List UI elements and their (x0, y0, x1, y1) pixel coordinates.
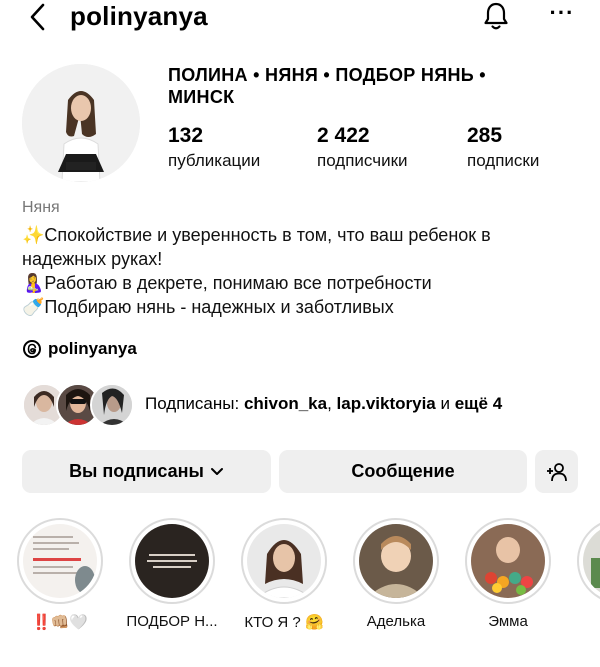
highlight-cover (135, 524, 209, 598)
posts-count: 132 (168, 124, 204, 147)
story-highlights: ‼️👊🏼🤍 ПОДБОР Н... КТО Я ? 🤗 Аделька Эмма (0, 518, 600, 658)
highlight-cover (23, 524, 97, 598)
story-highlight[interactable]: ПОДБОР Н... (120, 518, 224, 630)
following-button-label: Вы подписаны (69, 461, 204, 481)
more-options-button[interactable]: ··· (548, 0, 576, 32)
following-label: подписки (467, 151, 540, 170)
followers-label: подписчики (317, 151, 408, 170)
threads-icon (23, 340, 41, 358)
profile-full-name: ПОЛИНА • НЯНЯ • ПОДБОР НЯНЬ • МИНСК (168, 64, 588, 108)
highlight-cover (471, 524, 545, 598)
top-bar: polinyanya ··· (0, 0, 600, 34)
mutual-user-link[interactable]: chivon_ka (244, 394, 327, 413)
story-highlight[interactable]: КТО Я ? 🤗 (232, 518, 336, 631)
mutual-and: и (435, 394, 455, 413)
highlight-label: ПОДБОР Н... (126, 613, 218, 630)
highlight-cover (359, 524, 433, 598)
mutual-user-link[interactable]: lap.viktoryia (337, 394, 436, 413)
mutual-more-link[interactable]: ещё 4 (455, 394, 502, 413)
bio-line: 🍼Подбираю нянь - надежных и заботливых (22, 297, 394, 317)
profile-category: Няня (22, 199, 60, 216)
highlight-ring (465, 518, 551, 604)
story-highlight[interactable]: Эмма (456, 518, 560, 630)
bio-line: надежных руках! (22, 249, 163, 269)
highlight-label: КТО Я ? 🤗 (244, 614, 324, 631)
highlight-ring (17, 518, 103, 604)
message-button-label: Сообщение (351, 461, 455, 481)
mutual-followers-text: Подписаны: chivon_ka, lap.viktoryia и ещ… (145, 394, 502, 414)
story-highlight[interactable]: А (568, 518, 600, 630)
bell-icon[interactable] (481, 0, 511, 32)
highlight-ring (241, 518, 327, 604)
mutual-prefix: Подписаны: (145, 394, 244, 413)
highlight-ring (129, 518, 215, 604)
bio-line: ✨Спокойствие и уверенность в том, что ва… (22, 225, 491, 245)
profile-bio: ✨Спокойствие и уверенность в том, что ва… (22, 223, 582, 319)
message-button[interactable]: Сообщение (279, 450, 527, 493)
avatar-photo (22, 64, 140, 182)
highlight-cover (583, 524, 600, 598)
story-highlight[interactable]: ‼️👊🏼🤍 (8, 518, 112, 631)
following-count: 285 (467, 124, 503, 147)
highlight-ring (353, 518, 439, 604)
highlight-label: Аделька (366, 613, 426, 630)
profile-name-line2: МИНСК (168, 87, 235, 107)
highlight-ring (577, 518, 600, 604)
suggest-people-button[interactable] (535, 450, 578, 493)
bio-line: 🤱Работаю в декрете, понимаю все потребно… (22, 273, 432, 293)
mutual-followers[interactable]: Подписаны: chivon_ka, lap.viktoryia и ещ… (22, 382, 582, 428)
posts-label: публикации (168, 151, 261, 170)
header-username: polinyanya (70, 1, 208, 31)
threads-link[interactable]: polinyanya (22, 338, 137, 360)
highlight-label: ‼️👊🏼🤍 (31, 614, 89, 631)
add-person-icon (546, 462, 567, 481)
threads-handle: polinyanya (48, 339, 137, 358)
story-highlight[interactable]: Аделька (344, 518, 448, 630)
profile-avatar[interactable] (22, 64, 140, 182)
profile-name-line1: ПОЛИНА • НЯНЯ • ПОДБОР НЯНЬ • (168, 65, 486, 85)
followers-count: 2 422 (317, 124, 370, 147)
mutual-avatar (90, 383, 134, 427)
highlight-label: А (568, 613, 600, 630)
highlight-cover (247, 524, 321, 598)
posts-count-stat[interactable]: 132 публикации (168, 124, 260, 174)
following-count-stat[interactable]: 285 подписки (467, 124, 539, 174)
following-button[interactable]: Вы подписаны (22, 450, 271, 493)
chevron-left-icon[interactable] (26, 2, 50, 32)
mutual-separator: , (327, 394, 337, 413)
highlight-label: Эмма (488, 613, 528, 630)
followers-count-stat[interactable]: 2 422 подписчики (317, 124, 408, 174)
chevron-down-icon (210, 467, 223, 475)
